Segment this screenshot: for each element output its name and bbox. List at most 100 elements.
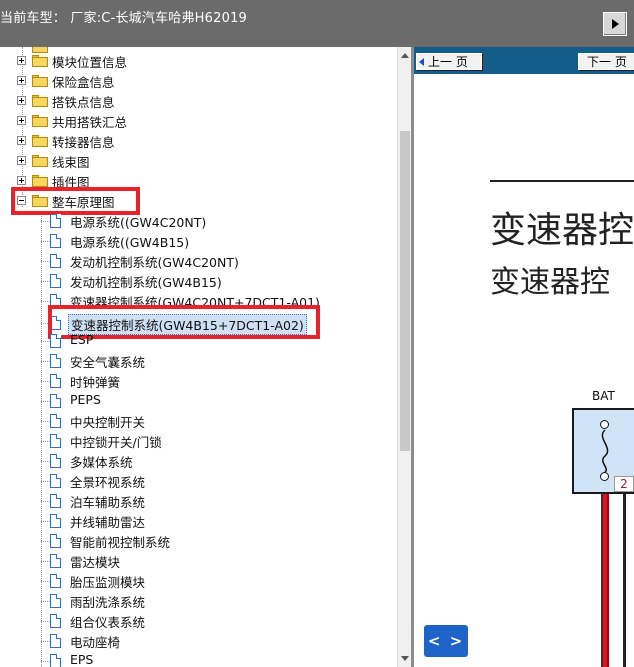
tree-label: 中央控制开关 <box>70 415 146 430</box>
next-page-button[interactable]: 下一 页 <box>578 53 634 70</box>
toggle-panel-button[interactable]: < > <box>424 625 468 657</box>
tree-label: 转接器信息 <box>52 135 115 150</box>
document-icon <box>50 654 61 667</box>
tree-item[interactable]: 安全气囊系统 <box>0 351 397 371</box>
tree-item[interactable]: 智能前视控制系统 <box>0 531 397 551</box>
document-icon <box>50 334 61 348</box>
tree-item[interactable]: PEPS <box>0 391 397 411</box>
wire-dark <box>623 494 626 667</box>
tree-label: 全景环视系统 <box>70 475 146 490</box>
tree-label: ESP <box>70 332 94 347</box>
document-icon <box>50 534 61 548</box>
scroll-up-icon[interactable] <box>401 53 409 58</box>
arrow-left-icon <box>419 57 424 66</box>
title-rule <box>490 180 634 182</box>
document-icon <box>50 354 61 368</box>
tree-item[interactable]: 多媒体系统 <box>0 451 397 471</box>
tree-label: 发动机控制系统(GW4C20NT) <box>70 255 239 270</box>
document-icon <box>50 474 61 488</box>
folder-icon <box>32 135 48 147</box>
current-model-label: 当前车型： 厂家:C-长城汽车哈弗H62019 <box>0 11 248 26</box>
viewer-toolbar: 上一 页 下一 页 <box>414 47 634 74</box>
bat-label: BAT <box>592 389 615 403</box>
tree-item[interactable]: 组合仪表系统 <box>0 611 397 631</box>
diagram-subtitle: 变速器控 <box>490 265 610 300</box>
fuse-box-diagram: 2 <box>572 408 634 494</box>
diagram-title: 变速器控 <box>490 210 634 251</box>
tree-item[interactable]: 胎压监测模块 <box>0 571 397 591</box>
fuse-symbol-icon <box>601 429 609 473</box>
tree-folder-fuse-box[interactable]: 保险盒信息 <box>0 71 397 91</box>
tree-label: 搭铁点信息 <box>52 95 115 110</box>
tree-label: 组合仪表系统 <box>70 615 146 630</box>
tree-folder-adapter[interactable]: 转接器信息 <box>0 131 397 151</box>
folder-icon <box>32 55 48 67</box>
tree-label: 中控锁开关/门锁 <box>70 435 162 450</box>
tree-label: 电源系统((GW4C20NT) <box>70 215 207 230</box>
tree-folder-shared-ground[interactable]: 共用搭铁汇总 <box>0 111 397 131</box>
tree-label: PEPS <box>70 392 101 407</box>
document-icon <box>50 394 61 408</box>
tree-label: 并线辅助雷达 <box>70 515 146 530</box>
document-icon <box>50 634 61 648</box>
tree-folder-harness[interactable]: 线束图 <box>0 151 397 171</box>
tree-label: 时钟弹簧 <box>70 375 121 390</box>
folder-icon <box>32 115 48 127</box>
tree-item[interactable]: EPS <box>0 651 397 667</box>
folder-icon <box>32 75 48 87</box>
document-icon <box>50 594 61 608</box>
tree-item[interactable]: 雷达模块 <box>0 551 397 571</box>
folder-icon <box>32 155 48 167</box>
tree-item[interactable]: 发动机控制系统(GW4C20NT) <box>0 251 397 271</box>
diagram-viewer: 上一 页 下一 页 变速器控 变速器控 BAT 2 < > <box>414 47 634 667</box>
tree-label: 多媒体系统 <box>70 455 133 470</box>
tree-label: 胎压监测模块 <box>70 575 146 590</box>
play-button[interactable] <box>603 12 627 36</box>
prev-page-label: 上一 页 <box>428 55 468 69</box>
tree-label: 雷达模块 <box>70 555 121 570</box>
tree-label: 电源系统((GW4B15) <box>70 235 190 250</box>
tree-item[interactable]: 发动机控制系统(GW4B15) <box>0 271 397 291</box>
document-icon <box>50 214 61 228</box>
pin-number: 2 <box>614 476 634 492</box>
tree-label: 模块位置信息 <box>52 55 128 70</box>
document-icon <box>50 614 61 628</box>
tree-label: 发动机控制系统(GW4B15) <box>70 275 222 290</box>
tree-label: 智能前视控制系统 <box>70 535 171 550</box>
document-icon <box>50 234 61 248</box>
scroll-thumb[interactable] <box>400 131 410 451</box>
folder-icon <box>32 95 48 107</box>
document-icon <box>50 434 61 448</box>
tree-item[interactable]: 电源系统((GW4B15) <box>0 231 397 251</box>
tree-label: 雨刮洗涤系统 <box>70 595 146 610</box>
document-icon <box>50 554 61 568</box>
tree-label: 安全气囊系统 <box>70 355 146 370</box>
document-icon <box>50 494 61 508</box>
next-page-label: 下一 页 <box>587 55 627 69</box>
tree-label: 共用搭铁汇总 <box>52 115 128 130</box>
tree-item[interactable]: ESP <box>0 331 397 351</box>
document-icon <box>50 574 61 588</box>
tree-label: 泊车辅助系统 <box>70 495 146 510</box>
tree-scrollbar[interactable] <box>397 47 411 667</box>
tree-item[interactable]: 电源系统((GW4C20NT) <box>0 211 397 231</box>
tree-item[interactable]: 泊车辅助系统 <box>0 491 397 511</box>
scroll-down-icon[interactable] <box>401 656 409 661</box>
play-icon <box>611 19 619 29</box>
document-icon <box>50 514 61 528</box>
tree-folder-module-location[interactable]: 模块位置信息 <box>0 51 397 71</box>
tree-item[interactable]: 全景环视系统 <box>0 471 397 491</box>
tree-item[interactable]: 并线辅助雷达 <box>0 511 397 531</box>
tree-label: 电动座椅 <box>70 635 121 650</box>
tree-item[interactable]: 雨刮洗涤系统 <box>0 591 397 611</box>
tree-item[interactable]: 中控锁开关/门锁 <box>0 431 397 451</box>
tree-folder-ground-points[interactable]: 搭铁点信息 <box>0 91 397 111</box>
title-bar: 当前车型： 厂家:C-长城汽车哈弗H62019 <box>0 0 634 47</box>
prev-page-button[interactable]: 上一 页 <box>416 53 482 70</box>
tree-item[interactable]: 时钟弹簧 <box>0 371 397 391</box>
tree-item[interactable]: 电动座椅 <box>0 631 397 651</box>
tree-item[interactable]: 中央控制开关 <box>0 411 397 431</box>
tree-label: EPS <box>70 652 94 667</box>
tree-label: 保险盒信息 <box>52 75 115 90</box>
document-icon <box>50 254 61 268</box>
